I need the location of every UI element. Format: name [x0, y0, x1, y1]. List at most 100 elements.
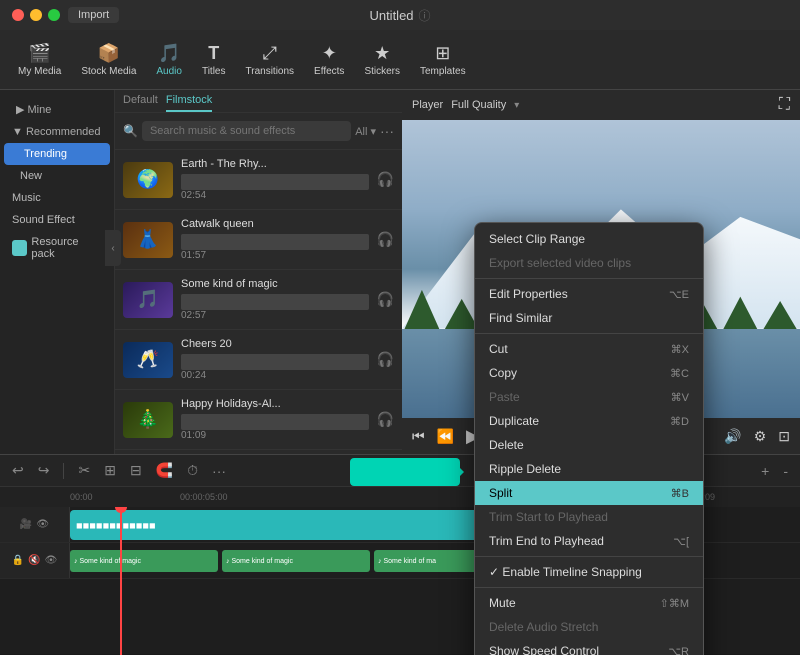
ctx-separator	[475, 278, 703, 279]
list-item[interactable]: 🎄 Happy Holidays-Al... 01:09 🎧	[115, 390, 402, 450]
ctx-label: Trim End to Playhead	[489, 534, 604, 548]
zoom-in[interactable]: +	[757, 461, 773, 481]
skip-back-button[interactable]: ⏮	[412, 428, 425, 445]
ctx-label: Select Clip Range	[489, 232, 585, 246]
search-icon: 🔍	[123, 124, 138, 138]
music-icon: ♪	[74, 558, 78, 565]
media-name: Earth - The Rhy...	[181, 158, 369, 170]
media-info-cheers: Cheers 20 00:24	[181, 338, 369, 381]
sidebar-collapse[interactable]: ‹	[105, 230, 121, 266]
sidebar-item-recommended[interactable]: ▼ Recommended	[0, 121, 114, 143]
ctx-duplicate[interactable]: Duplicate ⌘D	[475, 409, 703, 433]
speaker-icon[interactable]: 🔊	[724, 428, 741, 445]
close-button[interactable]	[12, 9, 24, 21]
list-item[interactable]: 🎵 Some kind of magic 02:57 🎧	[115, 270, 402, 330]
ctx-shortcut: ⌥R	[668, 645, 689, 655]
maximize-button[interactable]	[48, 9, 60, 21]
list-item[interactable]: 🌍 Earth - The Rhy... 02:54 🎧	[115, 150, 402, 210]
audio-icon: 🎵	[158, 43, 180, 64]
toolbar-templates[interactable]: ⊞ Templates	[412, 39, 474, 81]
toolbar-stock-media[interactable]: 📦 Stock Media	[73, 39, 144, 81]
ctx-select-clip-range[interactable]: Select Clip Range	[475, 227, 703, 251]
sidebar-item-mine[interactable]: ▶ Mine	[0, 98, 114, 121]
ctx-show-speed[interactable]: Show Speed Control ⌥R	[475, 639, 703, 655]
window-title: Untitled ⓘ	[369, 7, 430, 24]
waveform	[181, 294, 369, 310]
audio-clip-1[interactable]: ♪ Some kind of magic	[70, 550, 218, 572]
crop-icon[interactable]: ⊡	[778, 428, 790, 445]
ctx-mute[interactable]: Mute ⇧⌘M	[475, 591, 703, 615]
quality-selector[interactable]: Full Quality	[451, 99, 506, 111]
waveform	[181, 174, 369, 190]
ctx-shortcut: ⌥[	[673, 535, 689, 548]
effects-icon: ✦	[322, 43, 337, 64]
clip-text: Some kind of magic	[80, 558, 141, 565]
thumb-holiday: 🎄	[123, 402, 173, 438]
crop-tool[interactable]: ⊞	[100, 460, 120, 481]
top-toolbar: 🎬 My Media 📦 Stock Media 🎵 Audio T Title…	[0, 30, 800, 90]
cut-tool[interactable]: ✂	[74, 460, 94, 481]
divider	[63, 463, 64, 479]
filter-all[interactable]: All ▾	[355, 125, 376, 138]
ctx-shortcut: ⌘B	[671, 487, 689, 500]
toolbar-titles[interactable]: T Titles	[194, 39, 234, 81]
step-back-button[interactable]: ⏪	[437, 428, 454, 445]
settings-icon[interactable]: ⚙	[754, 428, 767, 445]
ctx-ripple-delete[interactable]: Ripple Delete	[475, 457, 703, 481]
waveform	[181, 234, 369, 250]
context-menu: Select Clip Range Export selected video …	[474, 222, 704, 655]
zoom-out[interactable]: -	[779, 461, 792, 481]
ctx-copy[interactable]: Copy ⌘C	[475, 361, 703, 385]
audio-clip-2[interactable]: ♪ Some kind of magic	[222, 550, 370, 572]
toolbar-audio[interactable]: 🎵 Audio	[148, 39, 190, 81]
list-item[interactable]: 👗 Catwalk queen 01:57 🎧	[115, 210, 402, 270]
toolbar-my-media[interactable]: 🎬 My Media	[10, 39, 69, 81]
sidebar-item-music[interactable]: Music	[0, 187, 114, 209]
ctx-shortcut: ⇧⌘M	[660, 597, 689, 610]
templates-icon: ⊞	[435, 43, 450, 64]
minimize-button[interactable]	[30, 9, 42, 21]
effects-label: Effects	[314, 66, 344, 77]
stock-media-icon: 📦	[98, 43, 120, 64]
media-duration: 01:57	[181, 250, 369, 261]
ctx-split[interactable]: Split ⌘B	[475, 481, 703, 505]
more-tool[interactable]: ···	[208, 461, 230, 481]
sidebar-item-resource-pack[interactable]: Resource pack	[0, 231, 114, 265]
tab-filmstock[interactable]: Filmstock	[166, 90, 212, 112]
redo-button[interactable]: ↪	[34, 460, 54, 481]
ctx-trim-start[interactable]: Trim Start to Playhead	[475, 505, 703, 529]
toolbar-transitions[interactable]: ⤢ Transitions	[238, 39, 303, 81]
ctx-label: Mute	[489, 596, 516, 610]
tab-default[interactable]: Default	[123, 90, 158, 112]
headphone-icon: 🎧	[377, 231, 394, 248]
toolbar-effects[interactable]: ✦ Effects	[306, 39, 352, 81]
sidebar: ▶ Mine ▼ Recommended Trending New Music …	[0, 90, 115, 454]
ctx-trim-end[interactable]: Trim End to Playhead ⌥[	[475, 529, 703, 553]
sidebar-item-sound-effect[interactable]: Sound Effect	[0, 209, 114, 231]
ctx-cut[interactable]: Cut ⌘X	[475, 337, 703, 361]
ctx-delete[interactable]: Delete	[475, 433, 703, 457]
ctx-label: Trim Start to Playhead	[489, 510, 608, 524]
ctx-delete-audio[interactable]: Delete Audio Stretch	[475, 615, 703, 639]
split-tool[interactable]: ⊟	[126, 460, 146, 481]
clip-label: ◼◼◼◼◼◼◼◼◼◼◼◼	[76, 521, 156, 530]
magnet-tool[interactable]: 🧲	[152, 460, 177, 481]
toolbar-stickers[interactable]: ★ Stickers	[356, 39, 408, 81]
speed-tool[interactable]: ⏱	[183, 460, 202, 481]
eye-icon: 👁	[36, 519, 49, 530]
ctx-shortcut: ⌥E	[669, 288, 689, 301]
import-button[interactable]: Import	[68, 7, 119, 23]
list-item[interactable]: 🥂 Cheers 20 00:24 🎧	[115, 330, 402, 390]
undo-button[interactable]: ↩	[8, 460, 28, 481]
ctx-find-similar[interactable]: Find Similar	[475, 306, 703, 330]
ctx-paste[interactable]: Paste ⌘V	[475, 385, 703, 409]
sidebar-item-new[interactable]: New	[0, 165, 114, 187]
search-input[interactable]	[142, 121, 351, 141]
ctx-enable-snapping[interactable]: ✓ Enable Timeline Snapping	[475, 560, 703, 584]
transitions-icon: ⤢	[263, 43, 277, 64]
fullscreen-icon[interactable]: ⛶	[779, 96, 790, 114]
ctx-edit-properties[interactable]: Edit Properties ⌥E	[475, 282, 703, 306]
more-options[interactable]: ···	[380, 123, 394, 139]
ctx-label: Duplicate	[489, 414, 539, 428]
sidebar-item-trending[interactable]: Trending	[4, 143, 110, 165]
